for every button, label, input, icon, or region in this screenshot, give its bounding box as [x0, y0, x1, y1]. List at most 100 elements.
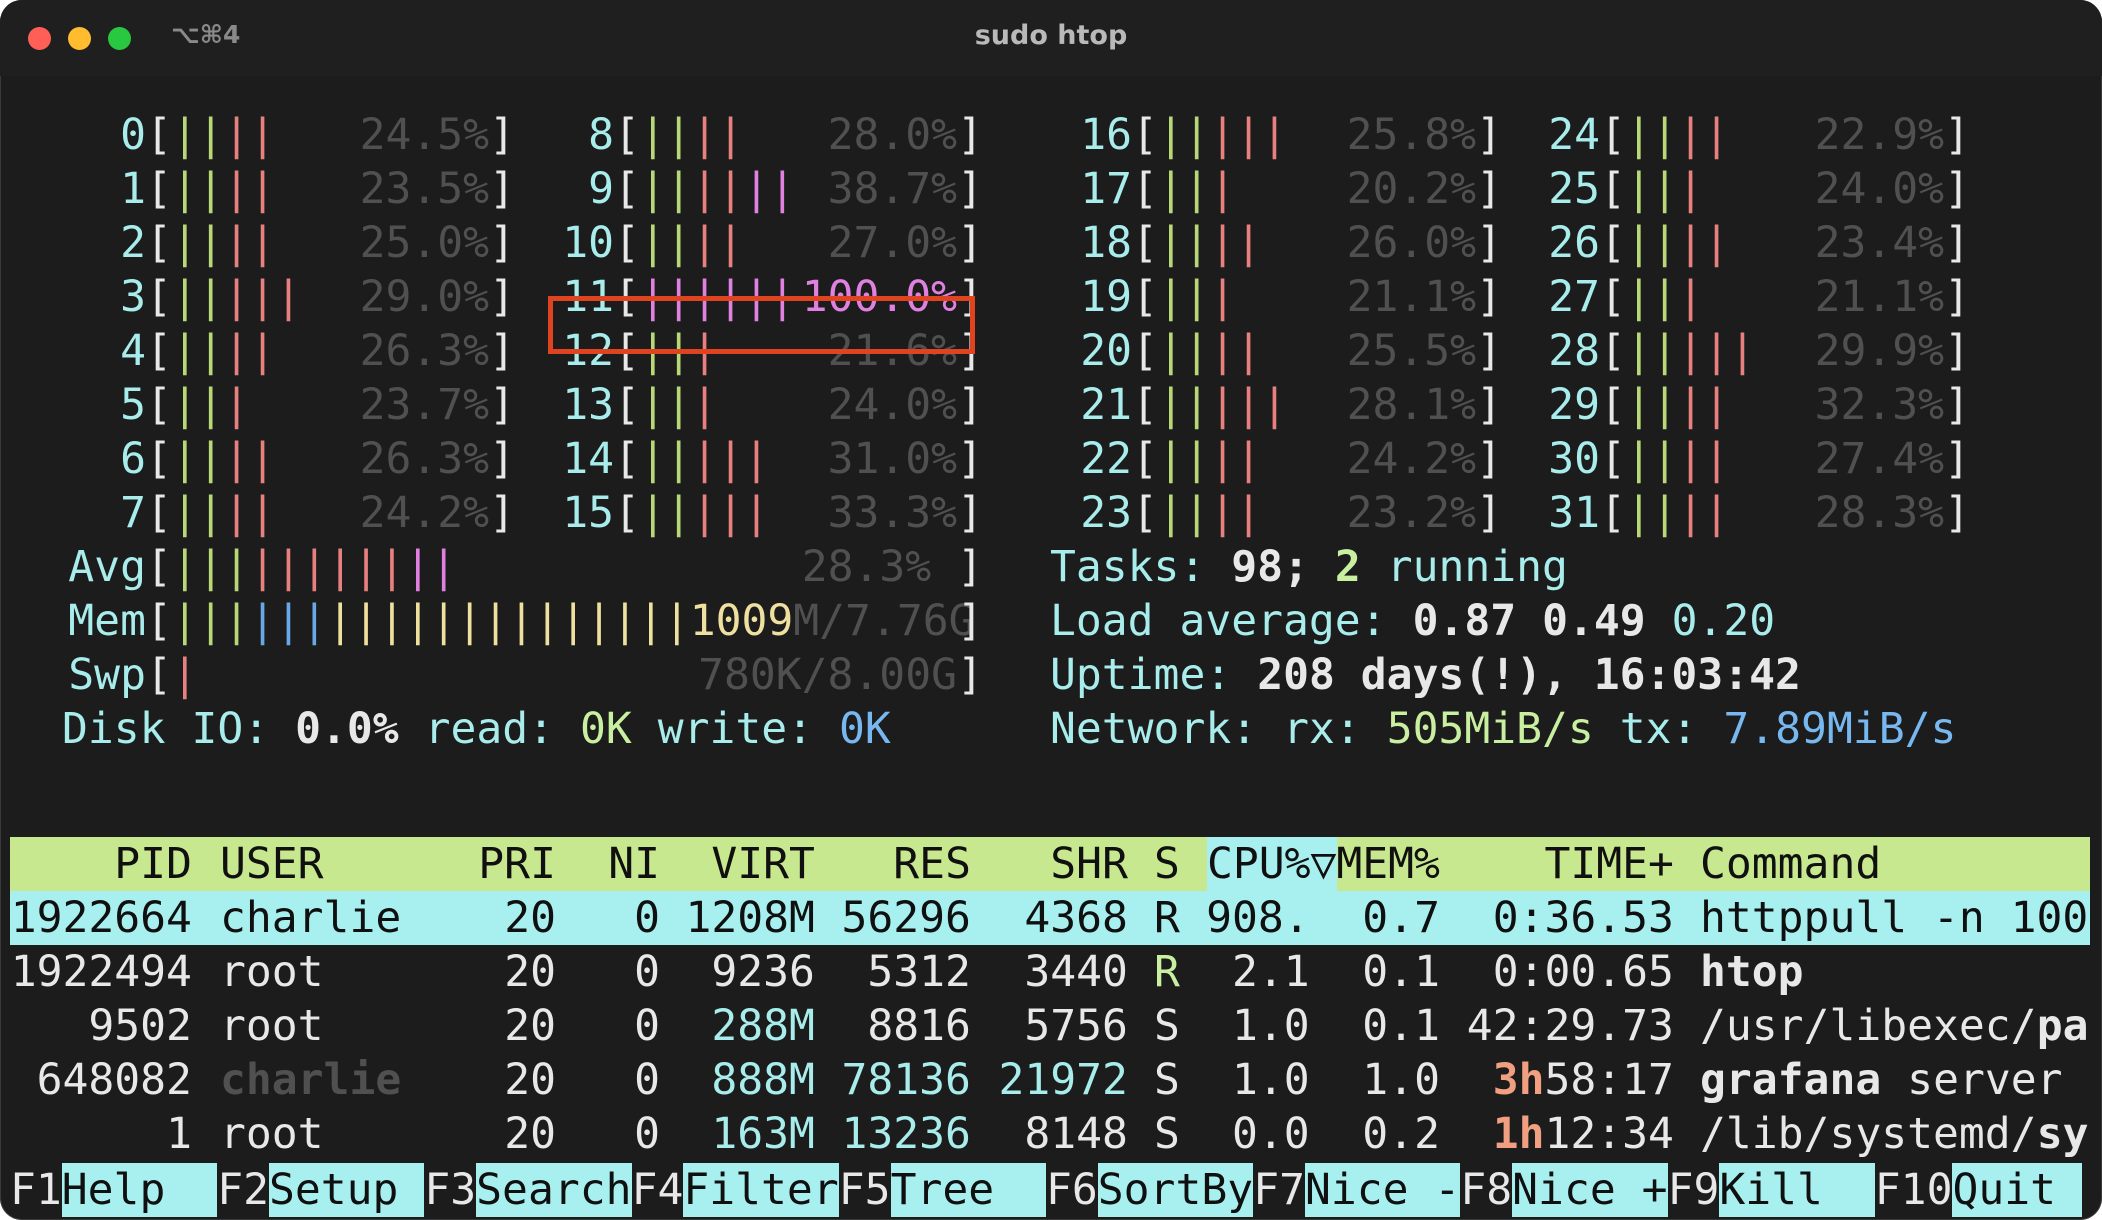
column-header-res[interactable]: RES [893, 837, 971, 891]
process-res: 56296 [841, 893, 971, 943]
process-time: 42:29.73 [1466, 1001, 1674, 1051]
cpu-meter-percent: 33.3% [827, 488, 958, 538]
column-header-mem[interactable]: MEM% [1336, 837, 1440, 891]
process-time_h: 3h [1492, 1055, 1545, 1105]
meter-bracket-close: ] [1476, 110, 1502, 160]
cpu-meter-percent: 24.2% [1346, 434, 1477, 484]
cpu-meter-id: 17 [1080, 164, 1132, 214]
cpu-meter-bars: |||| [1625, 110, 1730, 160]
process-res: 78136 [841, 1055, 971, 1105]
cpu-meter-percent: 29.9% [1814, 326, 1945, 376]
meter-bracket-close: ] [1476, 326, 1502, 376]
meter-bracket-close: ] [1944, 272, 1970, 322]
cpu-meter-id: 21 [1080, 380, 1132, 430]
cpu-meter-bars: ||||| [1157, 110, 1288, 160]
meter-bracket-close: ] [957, 164, 983, 214]
fkey-number: F4 [631, 1165, 684, 1215]
cpu-meter-percent: 27.4% [1814, 434, 1945, 484]
process-shr: 4368 [1024, 893, 1128, 943]
meter-bracket-open: [ [146, 164, 172, 214]
process-cpu: 0.0 [1232, 1109, 1310, 1159]
process-user: root [220, 947, 324, 997]
cpu11-highlight-box [548, 296, 975, 354]
meter-bracket-open: [ [614, 488, 640, 538]
column-header-cpu[interactable]: CPU%▽ [1207, 837, 1336, 891]
disk-read-label: read: [424, 704, 555, 754]
column-header-pid[interactable]: PID [114, 837, 192, 891]
fkey-f7[interactable]: F7Nice - [1253, 1163, 1461, 1217]
process-ni: 0 [634, 947, 660, 997]
load-average-1min: 0.87 [1412, 596, 1517, 646]
process-time_rest: 12:34 [1544, 1109, 1674, 1159]
cpu-meter-percent: 21.1% [1814, 272, 1945, 322]
network-label: Network: [1050, 704, 1258, 754]
process-pri: 20 [504, 1109, 556, 1159]
cpu-meter-percent: 25.8% [1346, 110, 1477, 160]
process-pid: 9502 [88, 1001, 192, 1051]
fkey-number: F2 [217, 1165, 269, 1215]
network-tx-label: tx: [1619, 704, 1698, 754]
meter-bracket-close: ] [1944, 488, 1970, 538]
meter-bracket-open: [ [1600, 164, 1626, 214]
network-rx-label: rx: [1283, 704, 1361, 754]
process-virt: 888M [711, 1055, 815, 1105]
meter-bracket-open: [ [614, 218, 640, 268]
meter-bracket-open: [ [146, 650, 172, 700]
fkey-f9[interactable]: F9Kill [1668, 1163, 1875, 1217]
cpu-meter-percent: 28.1% [1346, 380, 1477, 430]
fkey-f10[interactable]: F10Quit [1875, 1163, 2082, 1217]
swp-meter-bars: | [171, 650, 198, 700]
process-user: charlie [220, 893, 402, 943]
load-average-15min: 0.20 [1671, 596, 1776, 646]
fkey-label: Help [61, 1163, 218, 1217]
cpu-meter-percent: 38.7% [827, 164, 958, 214]
fkey-f2[interactable]: F2Setup [217, 1163, 425, 1217]
column-header-ni[interactable]: NI [608, 837, 660, 891]
column-header-user[interactable]: USER [220, 837, 324, 891]
fkey-f3[interactable]: F3Search [424, 1163, 632, 1217]
meter-bracket-open: [ [1132, 218, 1158, 268]
cpu-meter-bars: |||| [1157, 434, 1262, 484]
process-ni: 0 [634, 893, 660, 943]
fkey-number: F9 [1667, 1165, 1720, 1215]
fkey-f8[interactable]: F8Nice + [1460, 1163, 1668, 1217]
cpu-meter-bars: |||| [171, 488, 276, 538]
column-header-time[interactable]: TIME+ [1545, 837, 1674, 891]
cpu-meter-percent: 23.7% [359, 380, 490, 430]
fkey-f1[interactable]: F1Help [10, 1163, 218, 1217]
process-user: charlie [220, 1055, 402, 1105]
cpu-meter-id: 10 [562, 218, 614, 268]
process-pri: 20 [504, 947, 556, 997]
fkey-label: Quit [1952, 1163, 2082, 1217]
fkey-f6[interactable]: F6SortBy [1046, 1163, 1254, 1217]
process-time_h: 1h [1492, 1109, 1545, 1159]
column-header-s[interactable]: S [1154, 837, 1180, 891]
cpu-meter-percent: 24.0% [1814, 164, 1945, 214]
column-header-pri[interactable]: PRI [478, 837, 556, 891]
column-header-virt[interactable]: VIRT [711, 837, 815, 891]
process-cpu: 1.0 [1232, 1055, 1310, 1105]
cpu-meter-bars: |||| [1157, 218, 1262, 268]
window-title: sudo htop [974, 20, 1128, 51]
column-header-command[interactable]: Command [1700, 837, 1881, 891]
meter-bracket-close: ] [1944, 110, 1970, 160]
meter-bracket-open: [ [146, 272, 172, 322]
cpu-meter-percent: 26.3% [359, 434, 490, 484]
meter-bracket-open: [ [146, 434, 172, 484]
process-ni: 0 [634, 1001, 660, 1051]
fkey-f5[interactable]: F5Tree [839, 1163, 1046, 1217]
fkey-f4[interactable]: F4Filter [632, 1163, 839, 1217]
process-pid: 648082 [36, 1055, 192, 1105]
avg-meter-label: Avg [68, 542, 146, 592]
cpu-meter-id: 8 [588, 110, 614, 160]
cpu-meter-percent: 23.4% [1814, 218, 1945, 268]
process-pri: 20 [504, 893, 556, 943]
meter-bracket-open: [ [614, 380, 640, 430]
meter-bracket-close: ] [489, 488, 515, 538]
terminal-window: ⌥⌘4 sudo htop 0[|||| 24.5%] 1[|||| 23.5%] 2[… [0, 0, 2102, 1220]
column-header-shr[interactable]: SHR [1050, 837, 1128, 891]
fkey-label: SortBy [1097, 1163, 1254, 1217]
meter-bracket-close: ] [957, 650, 983, 700]
fkey-number: F8 [1460, 1165, 1513, 1215]
process-shr: 21972 [998, 1055, 1128, 1105]
